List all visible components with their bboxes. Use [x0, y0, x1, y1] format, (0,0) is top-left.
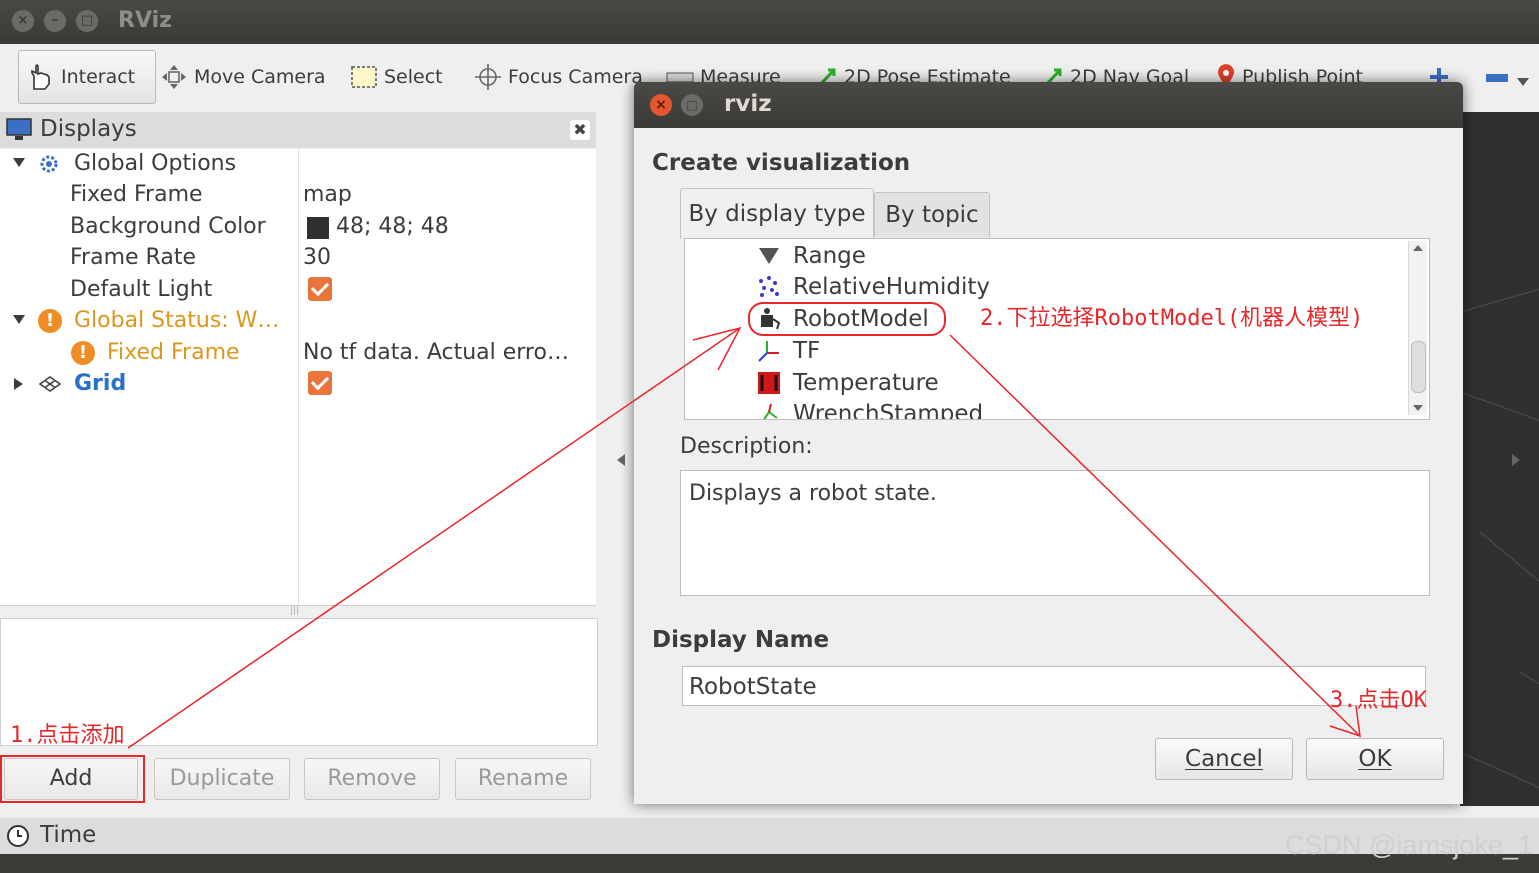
watermark: CSDN @iamsjoke_1 — [1285, 830, 1533, 860]
annotation-step3: 3.点击OK — [1330, 688, 1427, 713]
annotation-step2: 2.下拉选择RobotModel(机器人模型) — [980, 306, 1364, 331]
annotation-overlay — [0, 302, 1361, 803]
annotation-step1: 1.点击添加 — [10, 723, 125, 748]
